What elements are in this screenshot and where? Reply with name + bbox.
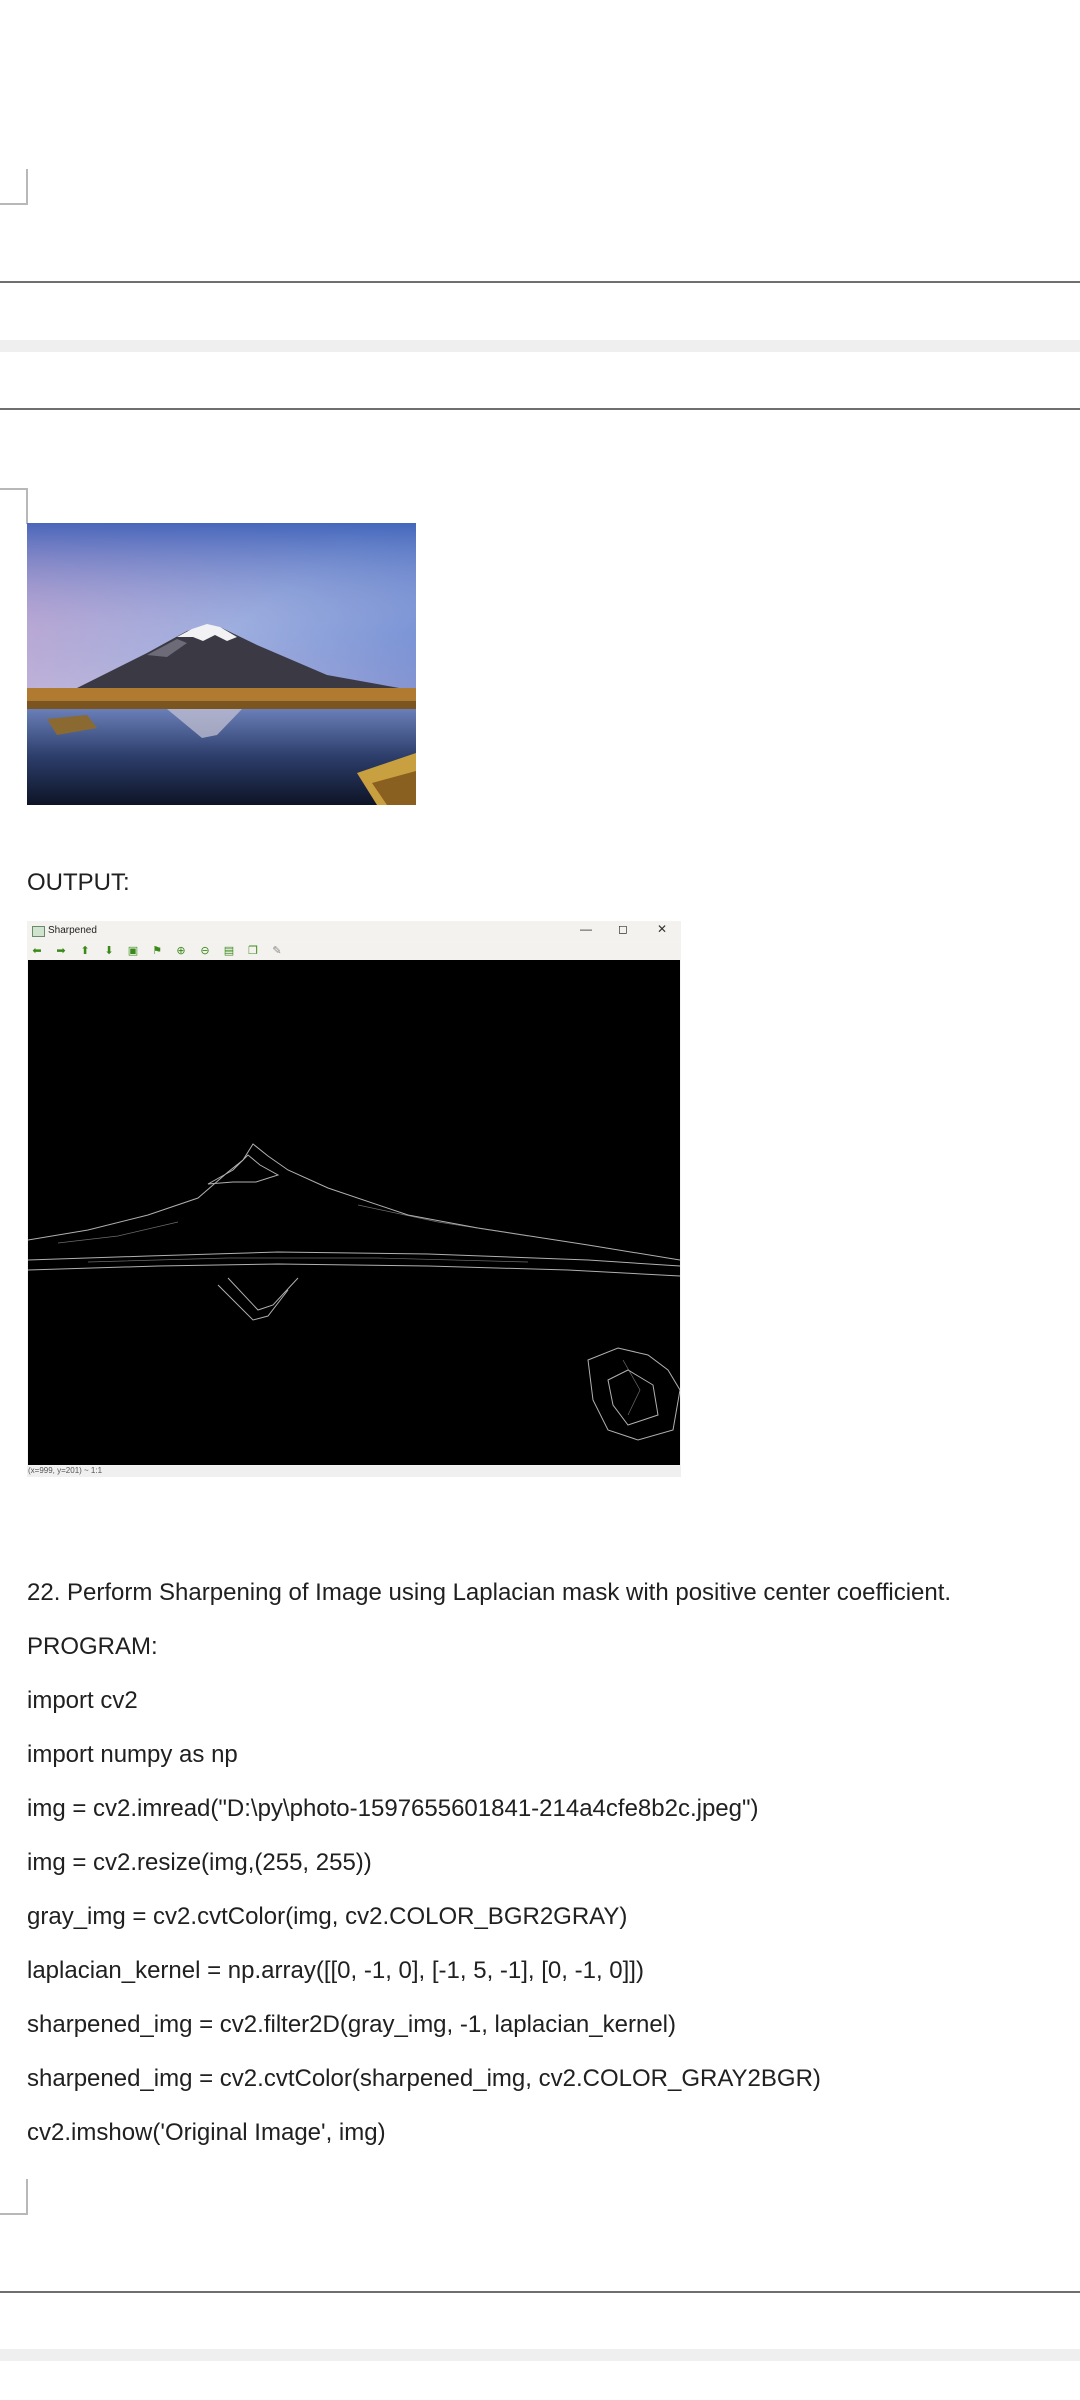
page-gap (0, 2349, 1080, 2361)
page-divider (0, 2291, 1080, 2293)
code-line: import numpy as np (27, 1741, 238, 1768)
image-toolbar: ⬅ ➡ ⬆ ⬇ ▣ ⚑ ⊕ ⊖ ▤ ❐ ✎ (27, 942, 681, 960)
window-status-bar: (x=999, y=201) ~ 1:1 (27, 1466, 681, 1477)
arrow-right-icon[interactable]: ➡ (55, 945, 67, 957)
brush-icon[interactable]: ✎ (271, 945, 283, 957)
window-title: Sharpened (48, 925, 97, 936)
question-text: 22. Perform Sharpening of Image using La… (27, 1579, 952, 1606)
code-line: gray_img = cv2.cvtColor(img, cv2.COLOR_B… (27, 1903, 628, 1930)
code-line: cv2.imshow('Original Image', img) (27, 2119, 386, 2146)
code-line: img = cv2.imread("D:\py\photo-1597655601… (27, 1795, 759, 1822)
window-app-icon (32, 926, 45, 937)
page-corner-mark (0, 488, 28, 524)
code-line: import cv2 (27, 1687, 138, 1714)
minimize-button[interactable]: — (580, 922, 592, 936)
window-title-bar[interactable]: Sharpened — ◻ ✕ (27, 921, 681, 941)
save-icon[interactable]: ▤ (223, 945, 235, 957)
arrow-left-icon[interactable]: ⬅ (31, 945, 43, 957)
program-label: PROGRAM: (27, 1633, 158, 1660)
page-corner-mark (0, 169, 28, 205)
input-image-mountain (27, 523, 416, 805)
page-divider (0, 408, 1080, 410)
pixel-status-text: (x=999, y=201) ~ 1:1 (28, 1466, 103, 1475)
code-line: laplacian_kernel = np.array([[0, -1, 0],… (27, 1957, 644, 1984)
code-line: sharpened_img = cv2.filter2D(gray_img, -… (27, 2011, 676, 2038)
page-divider (0, 281, 1080, 283)
arrow-up-icon[interactable]: ⬆ (79, 945, 91, 957)
close-button[interactable]: ✕ (657, 922, 667, 936)
copy-icon[interactable]: ❐ (247, 945, 259, 957)
maximize-button[interactable]: ◻ (618, 922, 628, 936)
sharpened-image-canvas (27, 960, 681, 1465)
code-line: sharpened_img = cv2.cvtColor(sharpened_i… (27, 2065, 821, 2092)
output-window: Sharpened — ◻ ✕ ⬅ ➡ ⬆ ⬇ ▣ ⚑ ⊕ ⊖ ▤ ❐ ✎ (x… (27, 921, 681, 1477)
output-label: OUTPUT: (27, 869, 130, 896)
page-gap (0, 340, 1080, 352)
properties-icon[interactable]: ⚑ (151, 945, 163, 957)
page-corner-mark (0, 2179, 28, 2215)
zoom-out-icon[interactable]: ⊖ (199, 945, 211, 957)
zoom-in-icon[interactable]: ⊕ (175, 945, 187, 957)
image-icon[interactable]: ▣ (127, 945, 139, 957)
arrow-down-icon[interactable]: ⬇ (103, 945, 115, 957)
code-line: img = cv2.resize(img,(255, 255)) (27, 1849, 372, 1876)
